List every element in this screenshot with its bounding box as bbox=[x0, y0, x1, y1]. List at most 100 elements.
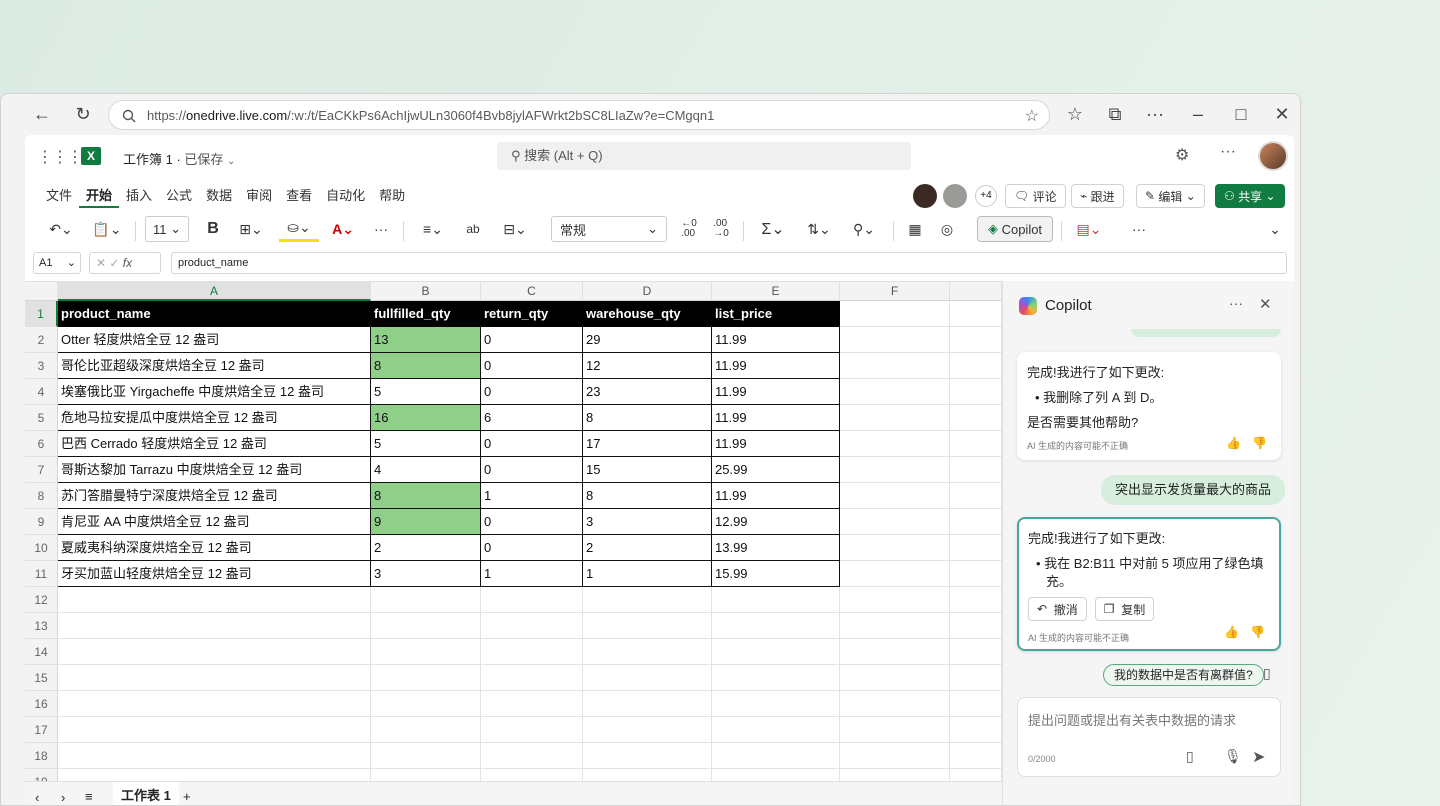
cell[interactable] bbox=[712, 717, 840, 743]
table-header-cell[interactable]: list_price bbox=[712, 301, 840, 327]
cell[interactable] bbox=[950, 509, 1002, 535]
cell[interactable]: 1 bbox=[481, 483, 583, 509]
cell[interactable] bbox=[481, 665, 583, 691]
settings-gear-icon[interactable]: ⚙ bbox=[1175, 145, 1189, 165]
insights-icon[interactable]: ◎ bbox=[935, 216, 959, 242]
font-color-icon[interactable]: A⌄ bbox=[325, 216, 361, 242]
row-header-14[interactable]: 14 bbox=[25, 639, 58, 665]
back-icon[interactable]: ← bbox=[27, 100, 57, 128]
cell[interactable] bbox=[58, 613, 371, 639]
presence-count[interactable]: +4 bbox=[975, 185, 997, 207]
tab-3[interactable]: 公式 bbox=[159, 184, 199, 208]
cell[interactable] bbox=[58, 665, 371, 691]
copy-button[interactable]: ❐ 复制 bbox=[1094, 597, 1155, 621]
cell[interactable] bbox=[950, 535, 1002, 561]
cell[interactable]: 0 bbox=[481, 535, 583, 561]
workbook-title[interactable]: 工作簿 1 · 已保存 ⌄ bbox=[123, 149, 235, 168]
close-window-icon[interactable]: ✕ bbox=[1267, 100, 1297, 128]
analyze-data-icon[interactable]: ▦ bbox=[903, 216, 927, 242]
cell[interactable] bbox=[371, 665, 481, 691]
number-format-select[interactable]: 常规 ⌄ bbox=[551, 216, 667, 242]
row-header-10[interactable]: 10 bbox=[25, 535, 58, 561]
cell[interactable] bbox=[950, 691, 1002, 717]
row-header-16[interactable]: 16 bbox=[25, 691, 58, 717]
cell[interactable]: 11.99 bbox=[712, 379, 840, 405]
autosum-icon[interactable]: Σ⌄ bbox=[755, 216, 791, 242]
cell[interactable] bbox=[950, 639, 1002, 665]
undo-button[interactable]: ↶ 撤消 bbox=[1028, 597, 1087, 621]
cell[interactable]: 2 bbox=[583, 535, 712, 561]
tab-1[interactable]: 开始 bbox=[79, 184, 120, 208]
cell[interactable]: 11.99 bbox=[712, 483, 840, 509]
row-header-15[interactable]: 15 bbox=[25, 665, 58, 691]
cell[interactable]: 4 bbox=[371, 457, 481, 483]
row-header-17[interactable]: 17 bbox=[25, 717, 58, 743]
cell[interactable] bbox=[950, 405, 1002, 431]
cell[interactable] bbox=[481, 587, 583, 613]
font-size-select[interactable]: 11 ⌄ bbox=[145, 216, 189, 242]
cell[interactable]: Otter 轻度烘焙全豆 12 盎司 bbox=[58, 327, 371, 353]
tab-8[interactable]: 帮助 bbox=[372, 184, 412, 208]
table-header-cell[interactable]: product_name bbox=[58, 301, 371, 327]
copilot-input-box[interactable]: 提出问题或提出有关表中数据的请求 0/2000 ▯ 🎙 ➤ bbox=[1017, 697, 1281, 777]
cell[interactable] bbox=[840, 743, 950, 769]
collections-icon[interactable]: ⧉ bbox=[1100, 100, 1130, 128]
cell[interactable]: 1 bbox=[583, 561, 712, 587]
copilot-more-icon[interactable]: ··· bbox=[1229, 295, 1243, 311]
align-icon[interactable]: ≡⌄ bbox=[415, 216, 451, 242]
thumbs-down-icon[interactable]: 👎 bbox=[1252, 436, 1267, 450]
cell[interactable]: 0 bbox=[481, 353, 583, 379]
cell[interactable]: 5 bbox=[371, 431, 481, 457]
suggestion-chip[interactable]: 我的数据中是否有离群值? bbox=[1103, 664, 1264, 686]
row-header-1[interactable]: 1 bbox=[25, 301, 58, 327]
cell[interactable] bbox=[950, 431, 1002, 457]
cell[interactable]: 16 bbox=[371, 405, 481, 431]
row-header-11[interactable]: 11 bbox=[25, 561, 58, 587]
column-header-E[interactable]: E bbox=[712, 282, 840, 301]
cell[interactable]: 3 bbox=[371, 561, 481, 587]
row-header-2[interactable]: 2 bbox=[25, 327, 58, 353]
cell[interactable] bbox=[840, 353, 950, 379]
cell[interactable]: 11.99 bbox=[712, 405, 840, 431]
cell[interactable] bbox=[840, 561, 950, 587]
cell[interactable] bbox=[950, 457, 1002, 483]
cell[interactable] bbox=[840, 613, 950, 639]
spreadsheet-grid[interactable]: A B C D E F 1 product_name fullfilled_qty return_… bbox=[25, 281, 1002, 795]
column-header-B[interactable]: B bbox=[371, 282, 481, 301]
cell[interactable] bbox=[58, 691, 371, 717]
cell[interactable] bbox=[950, 613, 1002, 639]
cell[interactable] bbox=[840, 327, 950, 353]
column-header-D[interactable]: D bbox=[583, 282, 712, 301]
cell[interactable] bbox=[950, 379, 1002, 405]
user-avatar[interactable] bbox=[1258, 141, 1288, 171]
cell[interactable] bbox=[712, 613, 840, 639]
cell[interactable] bbox=[840, 691, 950, 717]
cell[interactable]: 3 bbox=[583, 509, 712, 535]
tab-0[interactable]: 文件 bbox=[39, 184, 79, 208]
tab-6[interactable]: 查看 bbox=[279, 184, 319, 208]
cell[interactable]: 17 bbox=[583, 431, 712, 457]
column-header-F[interactable]: F bbox=[840, 282, 950, 301]
cell[interactable]: 8 bbox=[371, 353, 481, 379]
find-icon[interactable]: ⚲⌄ bbox=[845, 216, 883, 242]
favorite-add-icon[interactable]: ☆ bbox=[1025, 106, 1039, 126]
cell[interactable]: 12 bbox=[583, 353, 712, 379]
cell[interactable] bbox=[58, 587, 371, 613]
cell[interactable] bbox=[481, 613, 583, 639]
cell[interactable] bbox=[840, 587, 950, 613]
cell[interactable] bbox=[371, 613, 481, 639]
cell[interactable] bbox=[481, 717, 583, 743]
cell[interactable] bbox=[840, 483, 950, 509]
bold-button[interactable]: B bbox=[201, 216, 225, 242]
tab-2[interactable]: 插入 bbox=[119, 184, 159, 208]
cell[interactable] bbox=[58, 717, 371, 743]
sheet-tab-active[interactable]: 工作表 1 bbox=[113, 782, 179, 805]
tab-4[interactable]: 数据 bbox=[199, 184, 239, 208]
tab-7[interactable]: 自动化 bbox=[319, 184, 372, 208]
cell[interactable] bbox=[583, 717, 712, 743]
cell[interactable] bbox=[950, 743, 1002, 769]
cell[interactable]: 11.99 bbox=[712, 431, 840, 457]
cell[interactable]: 肯尼亚 AA 中度烘焙全豆 12 盎司 bbox=[58, 509, 371, 535]
cell[interactable]: 2 bbox=[371, 535, 481, 561]
thumbs-down-icon[interactable]: 👎 bbox=[1250, 625, 1265, 639]
